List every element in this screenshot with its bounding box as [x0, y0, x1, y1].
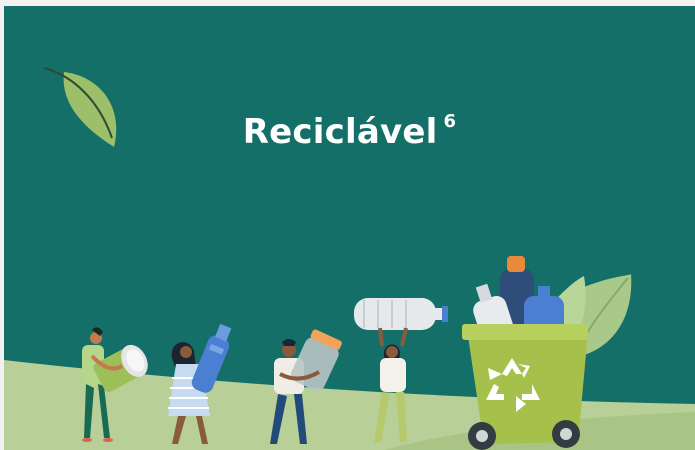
footnote-marker: 6 — [443, 110, 457, 132]
banner-title: Reciclável 6 — [4, 110, 695, 152]
banner-title-text: Reciclável — [242, 112, 438, 152]
banner-illustration — [4, 6, 695, 450]
recycling-banner: Reciclável 6 — [4, 6, 695, 450]
